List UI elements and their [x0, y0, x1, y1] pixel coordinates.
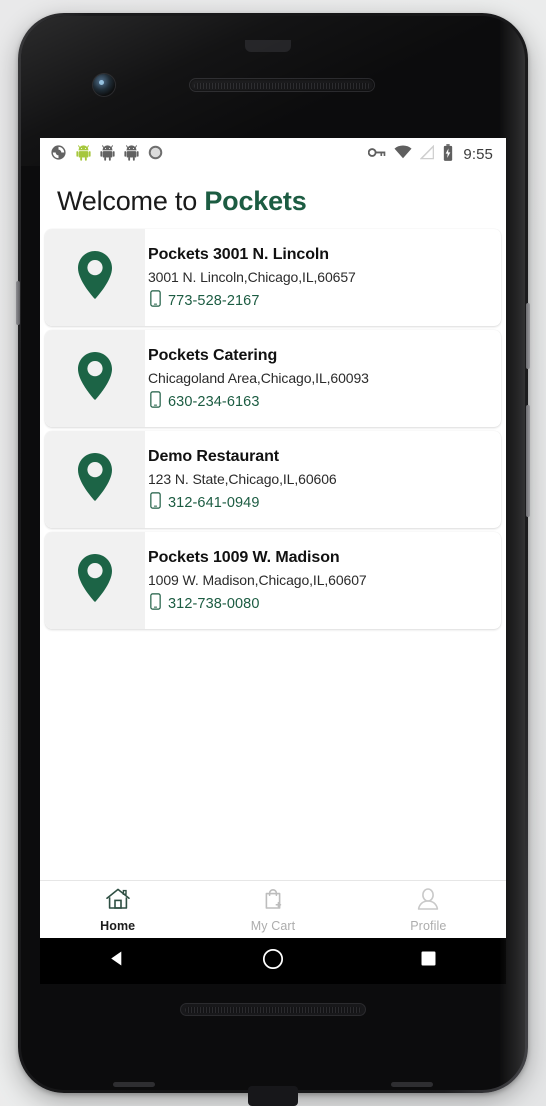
location-address: 1009 W. Madison,Chicago,IL,60607 — [148, 571, 367, 588]
phone-screen: 9:55 Welcome to Pockets Pockets 3001 N. … — [40, 138, 506, 938]
front-camera — [93, 74, 115, 96]
location-name: Pockets 3001 N. Lincoln — [148, 245, 329, 263]
phone-frame: 9:55 Welcome to Pockets Pockets 3001 N. … — [16, 13, 530, 1093]
android-green-icon — [76, 144, 91, 166]
bottom-vent-right — [391, 1082, 433, 1087]
card-icon-tile — [45, 330, 145, 427]
bottom-speaker — [180, 1003, 366, 1016]
map-pin-icon — [74, 350, 116, 407]
tab-my-cart-label: My Cart — [250, 918, 296, 933]
location-name: Pockets 1009 W. Madison — [148, 548, 340, 566]
location-name: Demo Restaurant — [148, 447, 279, 465]
card-body: Pockets Catering Chicagoland Area,Chicag… — [145, 330, 501, 427]
card-body: Demo Restaurant 123 N. State,Chicago,IL,… — [145, 431, 501, 528]
welcome-greeting-text: Welcome to — [57, 186, 205, 216]
battery-icon — [443, 143, 453, 166]
tab-home-label: Home — [100, 918, 136, 933]
list-item[interactable]: Pockets 3001 N. Lincoln 3001 N. Lincoln,… — [45, 229, 501, 326]
location-address: 123 N. State,Chicago,IL,60606 — [148, 470, 337, 487]
mobile-phone-icon — [150, 592, 161, 615]
circle-icon — [148, 145, 163, 165]
earpiece-mesh — [194, 83, 370, 89]
location-phone-row[interactable]: 773-528-2167 — [148, 289, 491, 312]
back-triangle-icon — [108, 949, 127, 973]
app-header: Welcome to Pockets — [40, 171, 506, 229]
nav-recents-button[interactable] — [393, 938, 463, 984]
status-bar-clock: 9:55 — [463, 146, 493, 163]
location-phone[interactable]: 630-234-6163 — [168, 394, 260, 410]
location-address: Chicagoland Area,Chicago,IL,60093 — [148, 369, 369, 386]
front-camera-glint — [99, 80, 104, 85]
android-status-bar: 9:55 — [40, 138, 506, 171]
location-phone-row[interactable]: 630-234-6163 — [148, 390, 491, 413]
list-item[interactable]: Pockets Catering Chicagoland Area,Chicag… — [45, 330, 501, 427]
location-name: Pockets Catering — [148, 346, 278, 364]
card-icon-tile — [45, 532, 145, 629]
android-navigation-bar — [40, 938, 506, 984]
screenshot-scene: 9:55 Welcome to Pockets Pockets 3001 N. … — [0, 0, 546, 1106]
map-pin-icon — [74, 451, 116, 508]
shopping-bag-add-icon — [260, 887, 286, 916]
brand-name-text: Pockets — [204, 186, 307, 216]
location-phone[interactable]: 312-641-0949 — [168, 495, 260, 511]
status-bar-left-icons — [50, 144, 163, 166]
location-phone[interactable]: 773-528-2167 — [168, 293, 260, 309]
sim-tray — [16, 281, 20, 325]
location-phone[interactable]: 312-738-0080 — [168, 596, 260, 612]
location-list: Pockets 3001 N. Lincoln 3001 N. Lincoln,… — [40, 229, 506, 629]
card-body: Pockets 3001 N. Lincoln 3001 N. Lincoln,… — [145, 229, 501, 326]
location-address: 3001 N. Lincoln,Chicago,IL,60657 — [148, 268, 356, 285]
power-button[interactable] — [526, 303, 530, 369]
nav-back-button[interactable] — [83, 938, 153, 984]
card-icon-tile — [45, 431, 145, 528]
phone-body: 9:55 Welcome to Pockets Pockets 3001 N. … — [21, 16, 525, 1090]
android-gray-icon — [100, 144, 115, 166]
list-item[interactable]: Demo Restaurant 123 N. State,Chicago,IL,… — [45, 431, 501, 528]
card-body: Pockets 1009 W. Madison 1009 W. Madison,… — [145, 532, 501, 629]
list-item[interactable]: Pockets 1009 W. Madison 1009 W. Madison,… — [45, 532, 501, 629]
location-phone-row[interactable]: 312-738-0080 — [148, 592, 491, 615]
tab-home[interactable]: Home — [40, 881, 195, 938]
nav-home-button[interactable] — [238, 938, 308, 984]
usb-c-connector — [248, 1086, 298, 1106]
page-title: Welcome to Pockets — [57, 186, 506, 217]
home-circle-icon — [262, 948, 284, 975]
map-pin-icon — [74, 552, 116, 609]
recents-square-icon — [420, 950, 437, 972]
mobile-phone-icon — [150, 491, 161, 514]
card-icon-tile — [45, 229, 145, 326]
status-bar-right-icons: 9:55 — [368, 143, 493, 166]
sync-icon — [50, 144, 67, 166]
volume-button[interactable] — [526, 405, 530, 517]
phone-top-notch — [245, 40, 291, 52]
no-signal-icon — [419, 144, 435, 165]
home-icon — [105, 887, 131, 916]
person-icon — [415, 887, 441, 916]
wifi-icon — [394, 145, 412, 164]
android-gray-icon-2 — [124, 144, 139, 166]
bottom-vent-left — [113, 1082, 155, 1087]
tab-profile-label: Profile — [410, 918, 447, 933]
location-phone-row[interactable]: 312-641-0949 — [148, 491, 491, 514]
mobile-phone-icon — [150, 289, 161, 312]
earpiece-speaker — [189, 78, 375, 92]
map-pin-icon — [74, 249, 116, 306]
vpn-key-icon — [368, 146, 386, 164]
tab-my-cart[interactable]: My Cart — [195, 881, 350, 938]
tab-profile[interactable]: Profile — [351, 881, 506, 938]
bottom-tab-bar: Home My Cart Profile — [40, 880, 506, 938]
bottom-speaker-mesh — [185, 1007, 361, 1013]
mobile-phone-icon — [150, 390, 161, 413]
